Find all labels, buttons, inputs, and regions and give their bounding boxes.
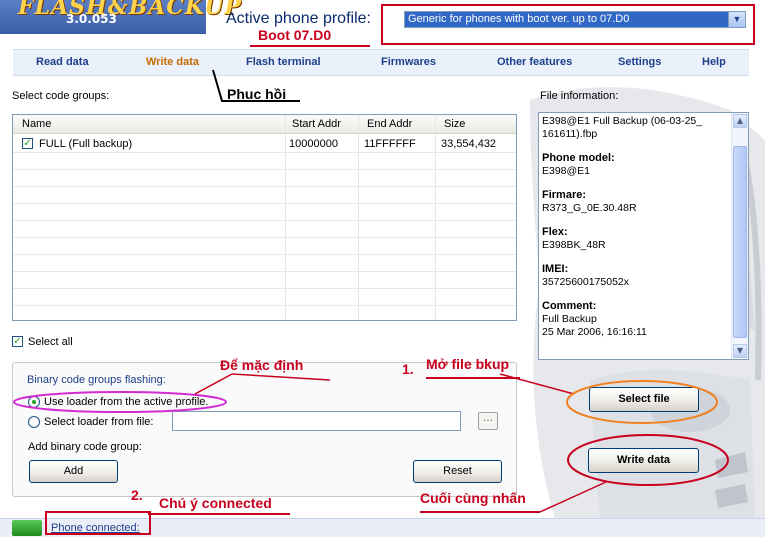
header-start-addr[interactable]: Start Addr bbox=[292, 118, 341, 130]
connection-led-icon bbox=[12, 520, 42, 536]
file-info-panel: E398@E1 Full Backup (06-03-25_ 161611).f… bbox=[538, 112, 749, 360]
comment-line2: 25 Mar 2006, 16:16:11 bbox=[542, 326, 647, 338]
file-info-label: File information: bbox=[540, 90, 619, 102]
select-all-checkbox[interactable]: ✓ bbox=[12, 336, 23, 347]
menu-help[interactable]: Help bbox=[702, 56, 726, 68]
annotation-open-backup: Mở file bkup bbox=[426, 356, 510, 372]
active-profile-dropdown[interactable]: Generic for phones with boot ver. up to … bbox=[404, 11, 746, 28]
menu-firmwares[interactable]: Firmwares bbox=[381, 56, 436, 68]
menu-settings[interactable]: Settings bbox=[618, 56, 661, 68]
use-loader-radio[interactable] bbox=[28, 396, 40, 408]
select-loader-radio[interactable] bbox=[28, 416, 40, 428]
add-button[interactable]: Add bbox=[29, 460, 118, 483]
annotation-restore: Phuc hồi bbox=[227, 86, 287, 102]
select-code-groups-label: Select code groups: bbox=[12, 90, 110, 102]
imei-label: IMEI: bbox=[542, 263, 569, 275]
chevron-down-icon[interactable]: ▼ bbox=[728, 12, 745, 27]
flex-label: Flex: bbox=[542, 226, 568, 238]
header-name[interactable]: Name bbox=[22, 118, 51, 130]
app-version: 3.0.053 bbox=[66, 12, 117, 26]
app-header: FLASH&BACKUP 3.0.053 Active phone profil… bbox=[0, 0, 765, 46]
main-menu: Read data Write data Flash terminal Firm… bbox=[13, 49, 749, 76]
active-profile-label: Active phone profile: bbox=[226, 10, 371, 27]
row-start-addr: 10000000 bbox=[289, 138, 338, 150]
annotation-finally-press: Cuối cùng nhấn bbox=[420, 490, 526, 506]
comment-line1: Full Backup bbox=[542, 313, 597, 325]
row-size: 33,554,432 bbox=[441, 138, 497, 150]
reset-button[interactable]: Reset bbox=[413, 460, 502, 483]
active-profile-value: Generic for phones with boot ver. up to … bbox=[408, 13, 630, 25]
row-name: FULL (Full backup) bbox=[39, 138, 133, 150]
select-file-button[interactable]: Select file bbox=[589, 387, 699, 412]
code-groups-table: Name Start Addr End Addr Size ✓ FULL (Fu… bbox=[12, 114, 517, 321]
row-end-addr: 11FFFFFF bbox=[364, 138, 416, 150]
table-header: Name Start Addr End Addr Size bbox=[13, 115, 516, 134]
scroll-up-icon[interactable]: ▲ bbox=[733, 114, 747, 128]
binary-flashing-title: Binary code groups flashing: bbox=[27, 374, 166, 386]
header-end-addr[interactable]: End Addr bbox=[367, 118, 412, 130]
add-group-label: Add binary code group: bbox=[28, 441, 142, 453]
menu-other-features[interactable]: Other features bbox=[497, 56, 572, 68]
file-name-line1: E398@E1 Full Backup (06-03-25_ bbox=[542, 115, 703, 127]
app-logo: FLASH&BACKUP 3.0.053 bbox=[0, 0, 241, 34]
select-all-label[interactable]: Select all bbox=[28, 336, 73, 348]
menu-read-data[interactable]: Read data bbox=[36, 56, 89, 68]
comment-label: Comment: bbox=[542, 300, 597, 312]
firmware-value: R373_G_0E.30.48R bbox=[542, 202, 637, 214]
header-size[interactable]: Size bbox=[444, 118, 465, 130]
annotation-boot: Boot 07.D0 bbox=[258, 27, 332, 43]
loader-file-input[interactable] bbox=[172, 411, 461, 431]
scroll-down-icon[interactable]: ▼ bbox=[733, 344, 747, 358]
annotation-check-connected: Chú ý connected bbox=[159, 495, 272, 511]
write-data-button[interactable]: Write data bbox=[588, 448, 699, 473]
annotation-default: Để mặc định bbox=[220, 357, 304, 373]
firmware-label: Firmare: bbox=[542, 189, 587, 201]
use-loader-label[interactable]: Use loader from the active profile. bbox=[44, 396, 208, 408]
row-checkbox[interactable]: ✓ bbox=[22, 138, 33, 149]
flex-value: E398BK_48R bbox=[542, 239, 606, 251]
scroll-thumb[interactable] bbox=[733, 146, 747, 338]
phone-connected-status: Phone connected: bbox=[51, 522, 140, 534]
phone-model-value: E398@E1 bbox=[542, 165, 591, 177]
annotation-step1: 1. bbox=[402, 361, 414, 377]
imei-value: 35725600175052x bbox=[542, 276, 630, 288]
browse-button[interactable]: ... bbox=[478, 412, 498, 430]
file-name-line2: 161611).fbp bbox=[542, 128, 598, 140]
menu-write-data[interactable]: Write data bbox=[146, 56, 199, 68]
menu-flash-terminal[interactable]: Flash terminal bbox=[246, 56, 321, 68]
select-loader-label[interactable]: Select loader from file: bbox=[44, 416, 153, 428]
file-info-scrollbar[interactable]: ▲ ▼ bbox=[731, 113, 748, 359]
phone-model-label: Phone model: bbox=[542, 152, 615, 164]
annotation-step2: 2. bbox=[131, 487, 143, 503]
